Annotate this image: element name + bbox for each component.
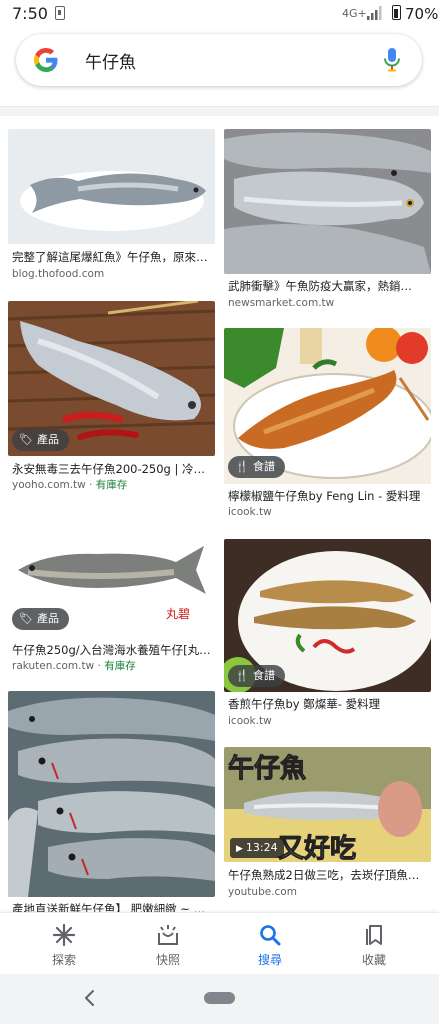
nav-collections[interactable]: 收藏	[334, 913, 414, 975]
nav-discover[interactable]: 探索	[24, 913, 104, 975]
status-bar: 7:50 4G+ 70%	[0, 0, 439, 28]
result-thumbnail[interactable]: 🍴 食譜	[224, 328, 431, 484]
result-title[interactable]: 完整了解這尾爆紅魚》午仔魚，原來…	[12, 250, 215, 265]
microphone-icon[interactable]	[383, 47, 401, 73]
badge-label: 食譜	[253, 669, 275, 682]
image-result[interactable]: 🍴 食譜 香煎午仔魚by 鄭燦華- 愛料理 icook.tw	[224, 539, 431, 729]
badge-label: 食譜	[253, 460, 275, 473]
badge-label: 產品	[37, 433, 59, 446]
snapshot-icon	[158, 925, 178, 945]
source-domain: rakuten.com.tw	[12, 660, 95, 672]
result-thumbnail[interactable]	[224, 129, 431, 274]
result-source: icook.tw	[228, 715, 272, 727]
battery-percent: 70%	[405, 5, 439, 23]
fork-knife-icon: 🍴	[235, 669, 249, 682]
result-thumbnail[interactable]: 丸碧 🏷 產品	[8, 512, 215, 636]
back-icon[interactable]	[78, 986, 102, 1010]
result-title[interactable]: 午仔魚熟成2日做三吃，去崁仔頂魚…	[228, 868, 431, 883]
badge-label: 產品	[37, 612, 59, 625]
result-source: youtube.com	[228, 886, 297, 898]
result-thumbnail[interactable]	[8, 691, 215, 897]
section-divider	[0, 106, 439, 116]
result-source: yooho.com.tw · 有庫存	[12, 479, 128, 491]
nav-snapshot[interactable]: 快照	[128, 913, 208, 975]
in-stock-label: 有庫存	[104, 660, 136, 672]
network-type: 4G+	[342, 7, 367, 20]
result-source: rakuten.com.tw · 有庫存	[12, 660, 136, 672]
search-input[interactable]: 午仔魚	[85, 48, 136, 73]
product-badge: 🏷 產品	[12, 608, 69, 630]
result-source: blog.thofood.com	[12, 268, 105, 280]
recipe-badge: 🍴 食譜	[228, 665, 285, 687]
result-title[interactable]: 香煎午仔魚by 鄭燦華- 愛料理	[228, 697, 431, 712]
image-result[interactable]: 武肺衝擊》午魚防疫大贏家，熱銷… newsmarket.com.tw	[224, 129, 431, 312]
nav-label: 搜尋	[257, 953, 282, 967]
result-title[interactable]: 午仔魚250g/入台灣海水養殖午仔[丸…	[12, 643, 215, 658]
duration-label: 13:24	[245, 841, 278, 854]
product-badge: 🏷 產品	[12, 429, 69, 451]
status-time: 7:50	[12, 4, 48, 23]
image-result[interactable]: 🍴 食譜 檸檬椒鹽午仔魚by Feng Lin - 愛料理 icook.tw	[224, 328, 431, 520]
image-result[interactable]: 產地直送新鮮午仔魚】 肥嫩細緻 ~ 入…	[8, 691, 215, 916]
signal-strength-icon	[367, 6, 382, 20]
fork-knife-icon: 🍴	[235, 460, 249, 473]
in-stock-label: 有庫存	[95, 479, 128, 491]
nav-label: 探索	[51, 953, 76, 967]
battery-icon	[392, 5, 401, 20]
image-result[interactable]: 🏷 產品 永安無毒三去午仔魚200-250g | 冷… yooho.com.tw …	[8, 301, 215, 493]
video-duration: ▶ 13:24	[230, 838, 284, 858]
search-icon	[260, 925, 281, 946]
result-title[interactable]: 武肺衝擊》午魚防疫大贏家，熱銷…	[228, 279, 431, 294]
result-thumbnail[interactable]: 🏷 產品	[8, 301, 215, 456]
nav-label: 收藏	[361, 953, 386, 967]
bottom-navigation: 探索 快照 搜尋 收藏	[0, 912, 439, 974]
collections-icon	[366, 925, 382, 945]
image-result[interactable]: 丸碧 🏷 產品 午仔魚250g/入台灣海水養殖午仔[丸… rakuten.com.…	[8, 512, 215, 674]
home-button[interactable]	[204, 992, 235, 1004]
result-title[interactable]: 永安無毒三去午仔魚200-250g | 冷…	[12, 462, 215, 477]
result-thumbnail[interactable]	[8, 129, 215, 244]
sim-card-icon	[55, 6, 65, 20]
video-result[interactable]: 午仔魚 又好吃 ▶ 13:24 午仔魚熟成2日做三吃，去崁仔頂魚… youtube…	[224, 747, 431, 907]
result-source: icook.tw	[228, 506, 272, 518]
play-icon: ▶	[236, 844, 243, 854]
result-thumbnail[interactable]: 🍴 食譜	[224, 539, 431, 692]
result-source: newsmarket.com.tw	[228, 297, 335, 309]
rakuten-logo-text: 丸碧	[166, 607, 190, 621]
system-navigation-bar	[0, 974, 439, 1024]
google-logo-icon[interactable]	[33, 47, 59, 73]
video-overlay-caption: 又好吃	[278, 834, 356, 862]
result-title[interactable]: 檸檬椒鹽午仔魚by Feng Lin - 愛料理	[228, 489, 431, 504]
nav-search[interactable]: 搜尋	[230, 913, 310, 975]
recipe-badge: 🍴 食譜	[228, 456, 285, 478]
image-result[interactable]: 完整了解這尾爆紅魚》午仔魚，原來… blog.thofood.com	[8, 129, 215, 285]
tag-icon: 🏷	[19, 433, 33, 446]
result-thumbnail[interactable]: 午仔魚 又好吃 ▶ 13:24	[224, 747, 431, 862]
source-domain: yooho.com.tw	[12, 479, 86, 491]
asterisk-icon	[52, 923, 76, 947]
video-overlay-title: 午仔魚	[228, 753, 306, 784]
tag-icon: 🏷	[19, 612, 33, 625]
nav-label: 快照	[155, 953, 180, 967]
search-bar[interactable]: 午仔魚	[16, 34, 422, 86]
